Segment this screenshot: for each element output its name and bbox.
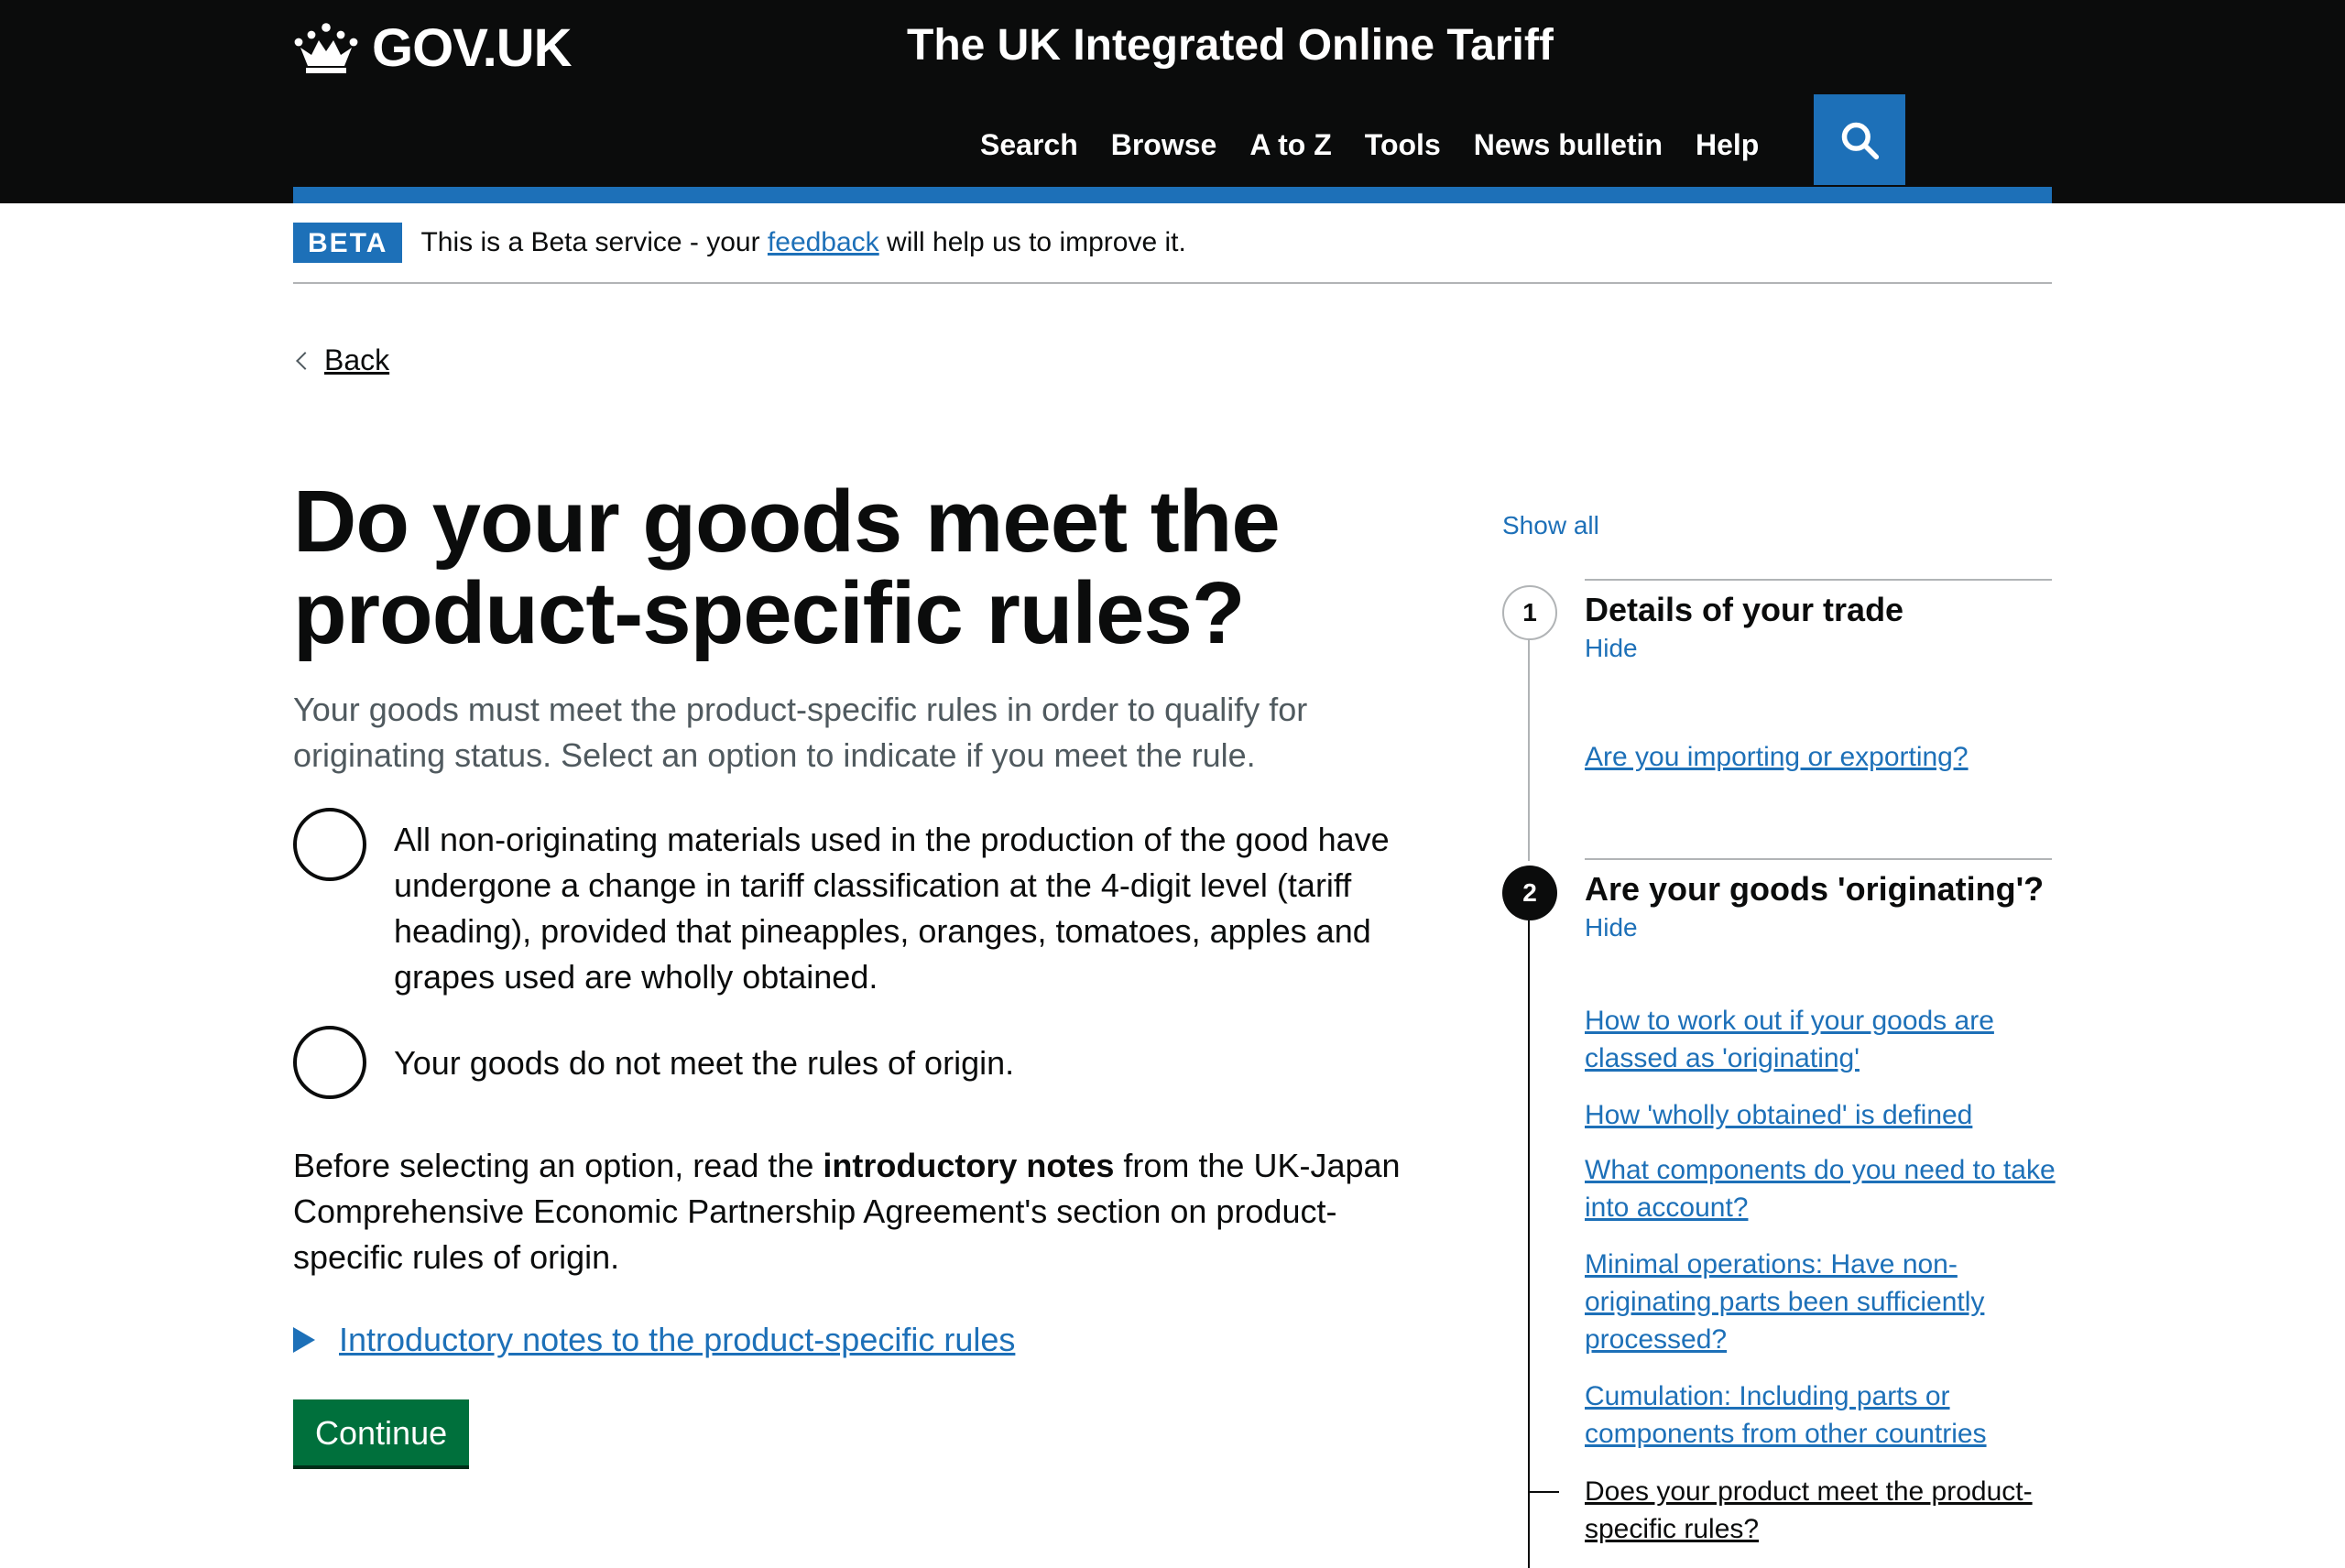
step-link-minimal-operations[interactable]: Minimal operations: Have non-originating…: [1585, 1246, 2061, 1358]
intro-paragraph: Before selecting an option, read the int…: [293, 1143, 1429, 1280]
step-1-divider: [1585, 579, 2052, 581]
nav-news-bulletin[interactable]: News bulletin: [1474, 128, 1663, 162]
govuk-logo-link[interactable]: GOV.UK: [293, 16, 572, 79]
logo-text: GOV.UK: [372, 17, 572, 78]
radio-label[interactable]: All non-originating materials used in th…: [394, 808, 1429, 1000]
radio-input[interactable]: [293, 808, 366, 881]
page-title: Do your goods meet the product-specific …: [293, 473, 1281, 662]
step-2-title[interactable]: Are your goods 'originating'?: [1585, 870, 2044, 909]
feedback-link[interactable]: feedback: [768, 227, 879, 257]
details-toggle[interactable]: Introductory notes to the product-specif…: [293, 1321, 1429, 1359]
back-label: Back: [324, 343, 390, 376]
step-2-divider: [1585, 858, 2052, 860]
radio-group: All non-originating materials used in th…: [293, 808, 1429, 1099]
nav-help[interactable]: Help: [1696, 128, 1759, 162]
main-content: Do your goods meet the product-specific …: [293, 476, 1429, 1465]
phase-text-before: This is a Beta service - your: [420, 227, 768, 257]
para-bold: introductory notes: [823, 1147, 1115, 1184]
para-before: Before selecting an option, read the: [293, 1147, 823, 1184]
nav-a-to-z[interactable]: A to Z: [1249, 128, 1331, 162]
step-1-number: 1: [1502, 585, 1557, 640]
step-link-product-specific-rules[interactable]: Does your product meet the product-speci…: [1585, 1473, 2061, 1548]
nav-browse[interactable]: Browse: [1111, 128, 1217, 162]
primary-nav: Search Browse A to Z Tools News bulletin…: [980, 128, 1759, 162]
step-link-importing-exporting[interactable]: Are you importing or exporting?: [1585, 738, 2061, 776]
step-link-wholly-obtained[interactable]: How 'wholly obtained' is defined: [1585, 1096, 2061, 1134]
triangle-right-icon: [293, 1327, 315, 1353]
details-summary-link[interactable]: Introductory notes to the product-specif…: [339, 1321, 1015, 1359]
search-toggle-button[interactable]: [1814, 94, 1905, 185]
question-hint: Your goods must meet the product-specifi…: [293, 691, 1308, 774]
site-header: GOV.UK The UK Integrated Online Tariff S…: [0, 0, 2345, 203]
step-2-hide-toggle[interactable]: Hide: [1585, 913, 1638, 942]
step-2-number: 2: [1502, 866, 1557, 920]
step-link-cumulation[interactable]: Cumulation: Including parts or component…: [1585, 1377, 2061, 1453]
step-1-title[interactable]: Details of your trade: [1585, 591, 1903, 629]
crown-icon: [294, 23, 358, 73]
step-2-line: [1528, 920, 1530, 1568]
beta-tag: BETA: [293, 223, 403, 263]
current-step-marker: [1528, 1491, 1559, 1493]
back-link[interactable]: Back: [293, 343, 389, 377]
radio-input[interactable]: [293, 1026, 366, 1099]
phase-banner: BETA This is a Beta service - your feedb…: [293, 203, 2052, 284]
header-blue-stripe: [293, 187, 2052, 203]
phase-text-after: will help us to improve it.: [878, 227, 1186, 257]
phase-banner-text: This is a Beta service - your feedback w…: [420, 227, 1185, 258]
service-name[interactable]: The UK Integrated Online Tariff: [907, 18, 1554, 73]
nav-tools[interactable]: Tools: [1365, 128, 1441, 162]
step-1-hide-toggle[interactable]: Hide: [1585, 634, 1638, 663]
show-all-link[interactable]: Show all: [1502, 511, 1599, 540]
step-link-components[interactable]: What components do you need to take into…: [1585, 1151, 2061, 1226]
step-link-originating[interactable]: How to work out if your goods are classe…: [1585, 1002, 2061, 1077]
chevron-left-icon: [296, 351, 314, 370]
radio-label[interactable]: Your goods do not meet the rules of orig…: [394, 1026, 1429, 1086]
nav-search[interactable]: Search: [980, 128, 1078, 162]
step-1-line: [1528, 637, 1530, 861]
radio-option-does-not-meet[interactable]: Your goods do not meet the rules of orig…: [293, 1026, 1429, 1099]
continue-button[interactable]: Continue: [293, 1399, 470, 1465]
radio-option-meets-rule[interactable]: All non-originating materials used in th…: [293, 808, 1429, 1000]
search-icon: [1841, 122, 1880, 159]
